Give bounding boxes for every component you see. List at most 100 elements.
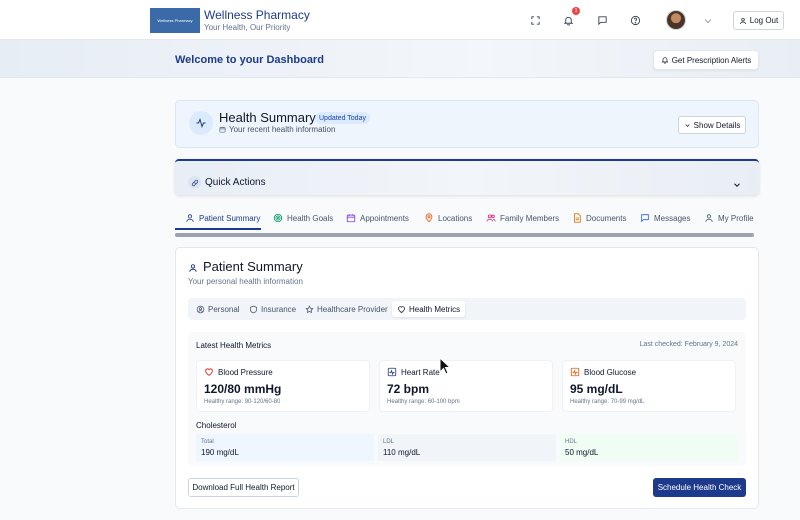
show-details-label: Show Details	[693, 120, 741, 130]
tab-label: Locations	[438, 213, 473, 223]
metric-card-blood-glucose: Blood Glucose 95 mg/dL Healthy range: 70…	[562, 360, 736, 412]
tab-family-members[interactable]: Family Members	[486, 207, 559, 229]
active-tab-indicator	[175, 228, 261, 230]
quick-actions-title: Quick Actions	[205, 177, 266, 188]
metric-value: 95 mg/dL	[570, 382, 623, 396]
cholesterol-hdl: HDL 50 mg/dL	[560, 434, 738, 461]
star-icon	[305, 304, 314, 313]
cholesterol-value: 110 mg/dL	[383, 448, 421, 457]
user-icon	[188, 261, 198, 273]
tab-label: Family Members	[500, 213, 560, 223]
message-icon	[641, 214, 649, 223]
pill-icon	[188, 176, 201, 189]
metric-value: 120/80 mmHg	[204, 382, 282, 396]
glucose-icon	[570, 367, 580, 377]
page-title: Welcome to your Dashboard	[175, 54, 324, 66]
tab-locations[interactable]: Locations	[424, 207, 472, 229]
metric-range: Healthy range: 60-100 bpm	[387, 399, 460, 405]
cholesterol-total: Total 190 mg/dL	[196, 434, 374, 461]
logout-label: Log Out	[749, 16, 779, 25]
shield-icon	[250, 305, 257, 313]
cholesterol-value: 190 mg/dL	[201, 448, 239, 457]
tab-label: Patient Summary	[199, 213, 261, 223]
notification-badge: 1	[572, 7, 580, 15]
metric-range: Healthy range: 70-99 mg/dL	[570, 399, 645, 405]
last-checked-timestamp: Last checked: February 9, 2024	[639, 341, 738, 348]
tab-appointments[interactable]: Appointments	[346, 207, 409, 229]
logout-button[interactable]: Log Out	[733, 11, 784, 30]
fullscreen-icon[interactable]	[527, 12, 543, 28]
chat-icon[interactable]	[594, 12, 610, 28]
health-summary-subtitle-text: Your recent health information	[229, 125, 336, 134]
metric-range: Healthy range: 90-120/60-80	[204, 399, 281, 405]
heart-icon	[205, 368, 213, 376]
subtab-healthcare-provider[interactable]: Healthcare Provider	[300, 301, 393, 317]
brand-tagline: Your Health, Our Priority	[204, 23, 291, 32]
show-details-button[interactable]: Show Details	[678, 116, 746, 134]
health-summary-subtitle: Your recent health information	[219, 125, 335, 134]
subtab-label: Insurance	[261, 304, 297, 314]
user-icon	[186, 214, 194, 222]
activity-icon	[387, 367, 397, 377]
subtab-health-metrics[interactable]: Health Metrics	[392, 301, 466, 317]
cholesterol-label: Total	[201, 439, 214, 445]
tab-label: Health Goals	[287, 213, 334, 223]
schedule-health-check-button[interactable]: Schedule Health Check	[653, 478, 746, 497]
chevron-down-icon[interactable]	[732, 177, 742, 187]
prescription-alerts-button[interactable]: Get Prescription Alerts	[653, 50, 759, 70]
tab-label: Messages	[654, 213, 691, 223]
tab-label: Appointments	[360, 213, 409, 223]
tab-documents[interactable]: Documents	[572, 207, 626, 229]
metric-name: Blood Glucose	[584, 368, 637, 377]
logo[interactable]: Wellness Pharmacy	[150, 8, 200, 33]
chevron-down-icon	[685, 123, 690, 127]
activity-icon	[189, 111, 213, 135]
metric-name: Heart Rate	[401, 368, 440, 377]
user-icon	[705, 214, 713, 222]
cholesterol-ldl: LDL 110 mg/dL	[378, 434, 556, 461]
cholesterol-label: LDL	[383, 439, 395, 445]
prescription-alerts-label: Get Prescription Alerts	[671, 55, 752, 65]
subtab-label: Health Metrics	[409, 304, 461, 314]
document-icon	[574, 213, 581, 223]
calendar-icon	[219, 126, 226, 133]
target-icon	[273, 213, 283, 223]
avatar[interactable]	[666, 10, 686, 30]
metric-card-heart-rate: Heart Rate 72 bpm Healthy range: 60-100 …	[379, 360, 553, 412]
cholesterol-title: Cholesterol	[196, 421, 237, 430]
download-report-button[interactable]: Download Full Health Report	[188, 478, 299, 497]
tabs-scrollbar[interactable]	[175, 233, 754, 237]
subtab-personal[interactable]: Personal	[191, 301, 245, 317]
bell-icon	[661, 57, 669, 64]
subtab-label: Personal	[208, 304, 240, 314]
health-summary-title: Health Summary	[219, 110, 316, 125]
heart-icon	[398, 305, 405, 313]
subtab-label: Healthcare Provider	[317, 304, 388, 314]
metric-card-blood-pressure: Blood Pressure 120/80 mmHg Healthy range…	[196, 360, 370, 412]
cholesterol-label: HDL	[565, 439, 578, 445]
metric-name: Blood Pressure	[218, 368, 273, 377]
tab-patient-summary[interactable]: Patient Summary	[185, 207, 260, 229]
patient-summary-title: Patient Summary	[203, 259, 303, 274]
tab-label: Documents	[586, 213, 627, 223]
users-icon	[486, 214, 496, 222]
tab-health-goals[interactable]: Health Goals	[273, 207, 333, 229]
chevron-down-icon[interactable]	[702, 14, 714, 26]
calendar-icon	[346, 214, 356, 223]
help-icon[interactable]	[627, 12, 643, 28]
tab-label: My Profile	[718, 213, 754, 223]
cholesterol-value: 50 mg/dL	[565, 448, 599, 457]
mouse-cursor-icon	[439, 357, 451, 375]
subtab-insurance[interactable]: Insurance	[244, 301, 301, 317]
user-icon	[739, 17, 746, 24]
status-badge: Updated Today	[315, 112, 370, 124]
latest-metrics-title: Latest Health Metrics	[196, 341, 272, 350]
metric-value: 72 bpm	[387, 382, 430, 396]
brand-name: Wellness Pharmacy	[204, 8, 310, 22]
map-pin-icon	[425, 213, 433, 223]
main-tabs: Patient Summary Health Goals Appointment…	[175, 207, 759, 229]
tab-my-profile[interactable]: My Profile	[704, 207, 754, 229]
user-circle-icon	[196, 305, 205, 313]
tab-messages[interactable]: Messages	[640, 207, 690, 229]
patient-summary-subtitle: Your personal health information	[188, 277, 303, 286]
